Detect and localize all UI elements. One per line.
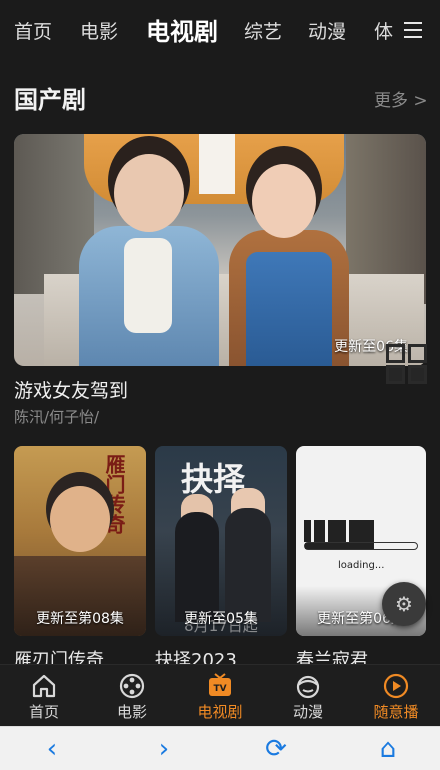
card-title-2[interactable]: 抉择2023 xyxy=(155,646,287,664)
tab-home[interactable]: 首页 xyxy=(14,0,52,64)
refresh-icon[interactable]: ⟳ xyxy=(256,735,296,765)
film-reel-icon xyxy=(119,673,145,699)
card-title-1[interactable]: 雁刃门传奇 xyxy=(14,646,146,664)
poster-figure-right xyxy=(225,508,271,622)
card-title-3[interactable]: 春兰寂君 xyxy=(296,646,426,664)
bottom-nav-label: 首页 xyxy=(28,703,59,721)
episode-badge: 更新至05集 xyxy=(184,611,258,627)
tv-icon: TV xyxy=(209,673,231,696)
hero-title[interactable]: 游戏女友驾到 xyxy=(14,376,128,403)
bottom-nav-label: 电视剧 xyxy=(197,703,243,721)
grid-view-icon[interactable] xyxy=(386,344,430,386)
hero-image-person-left-shirt xyxy=(124,238,172,333)
bottom-nav-label: 电影 xyxy=(116,703,147,721)
back-arrow-icon[interactable]: ‹ xyxy=(32,735,72,765)
bottom-nav-label: 动漫 xyxy=(292,703,323,721)
hero-image-person-left-head xyxy=(114,154,184,232)
home-icon[interactable]: ⌂ xyxy=(368,735,408,765)
top-tab-bar: 首页 电影 电视剧 综艺 动漫 体 xyxy=(0,0,440,64)
tab-variety[interactable]: 综艺 xyxy=(244,0,282,64)
svg-text:TV: TV xyxy=(213,684,226,694)
hero-image-adult-shirt xyxy=(199,134,235,194)
bottom-nav-bar: 首页 电影 TV 电视剧 动漫 随意播 xyxy=(0,664,440,726)
bottom-nav-movies[interactable]: 电影 xyxy=(88,665,176,727)
tab-sports[interactable]: 体 xyxy=(374,0,393,64)
poster-art-text: 抉择 xyxy=(181,460,246,498)
bottom-nav-anime[interactable]: 动漫 xyxy=(264,665,352,727)
loading-progress-bar xyxy=(304,542,418,550)
anime-icon xyxy=(296,675,320,699)
bottom-nav-label: 随意播 xyxy=(373,703,419,721)
menu-icon[interactable] xyxy=(404,22,422,38)
tab-tv-series[interactable]: 电视剧 xyxy=(146,0,218,64)
poster-face xyxy=(50,486,110,552)
show-card-1[interactable]: 雁门传奇 更新至第08集 xyxy=(14,446,146,636)
hero-cast: 陈汛/何子怡/ xyxy=(14,408,100,426)
forward-arrow-icon[interactable]: › xyxy=(144,735,184,765)
bottom-nav-home[interactable]: 首页 xyxy=(0,665,88,727)
play-circle-icon xyxy=(383,673,409,699)
hero-image-person-right-head xyxy=(252,164,316,238)
loading-skyline-icon xyxy=(304,520,374,542)
bottom-nav-random-play[interactable]: 随意播 xyxy=(352,665,440,727)
poster-figure-left xyxy=(175,512,219,622)
bottom-nav-tv[interactable]: TV 电视剧 xyxy=(176,665,264,727)
section-title: 国产剧 xyxy=(14,86,86,114)
settings-gear-icon[interactable]: ⚙ xyxy=(382,582,426,626)
tab-movies[interactable]: 电影 xyxy=(80,0,118,64)
home-icon xyxy=(32,674,56,698)
show-card-2[interactable]: 抉择 8月17日起 更新至05集 xyxy=(155,446,287,636)
browser-toolbar: ‹ › ⟳ ⌂ xyxy=(0,726,440,770)
loading-text: loading... xyxy=(338,560,385,571)
tab-anime[interactable]: 动漫 xyxy=(308,0,346,64)
more-link[interactable]: 更多 > xyxy=(374,86,428,111)
hero-banner[interactable]: 更新至06集 xyxy=(14,134,426,366)
episode-badge: 更新至第08集 xyxy=(36,611,124,627)
hero-image-person-right-overall xyxy=(246,252,332,366)
